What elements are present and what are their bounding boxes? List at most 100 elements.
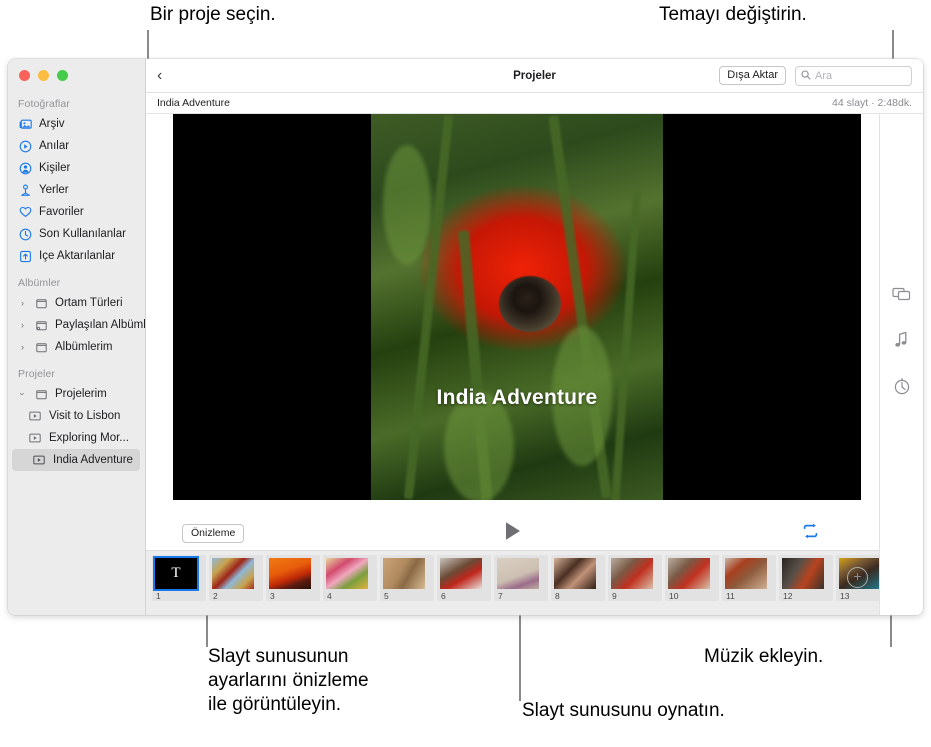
thumbnail-item[interactable]: 4 (323, 555, 377, 601)
close-button[interactable] (19, 70, 30, 81)
chevron-right-icon[interactable]: › (18, 342, 27, 352)
thumbnail-item[interactable]: 2 (209, 555, 263, 601)
thumbnail-image (383, 558, 425, 589)
thumbnail-image (668, 558, 710, 589)
thumbnail-image (782, 558, 824, 589)
thumbnail-number: 11 (725, 589, 773, 601)
sidebar: Fotoğraflar Arşiv Anılar Kişiler (8, 59, 146, 615)
thumbnail-item[interactable]: 11 (722, 555, 776, 601)
theme-button[interactable] (892, 284, 912, 304)
chevron-right-icon[interactable]: › (18, 298, 27, 308)
thumbnail-image (269, 558, 311, 589)
sidebar-item-exploring-morocco[interactable]: Exploring Mor... (8, 427, 145, 449)
slideshow-icon (28, 409, 42, 423)
loop-button[interactable] (802, 523, 819, 544)
thumbnail-item[interactable]: 8 (551, 555, 605, 601)
sidebar-item-label: Arşiv (39, 118, 65, 130)
thumbnail-item[interactable]: T 1 (152, 555, 206, 601)
thumbnail-image (212, 558, 254, 589)
thumbnail-item[interactable]: 5 (380, 555, 434, 601)
sidebar-item-label: Yerler (39, 184, 69, 196)
thumbnail-image (440, 558, 482, 589)
thumbnail-number: 13 (839, 589, 879, 601)
preview-button[interactable]: Önizleme (182, 524, 244, 543)
sidebar-item-ortam-turleri[interactable]: › Ortam Türleri (8, 292, 145, 314)
toolbar-right-group: Dışa Aktar Ara (719, 66, 912, 86)
search-input[interactable]: Ara (815, 70, 832, 82)
thumbnail-number: 4 (326, 589, 374, 601)
main-area: ‹ Projeler Dışa Aktar Ara India Adventur… (146, 59, 923, 615)
search-field[interactable]: Ara (795, 66, 912, 86)
people-icon (18, 161, 32, 175)
chevron-down-icon[interactable]: › (18, 390, 28, 399)
repeat-icon (802, 523, 819, 539)
thumbnail-image (326, 558, 368, 589)
sidebar-item-label: Favoriler (39, 206, 84, 218)
thumbnail-item[interactable]: 10 (665, 555, 719, 601)
music-note-icon (894, 331, 909, 349)
sidebar-item-label: Anılar (39, 140, 69, 152)
back-button[interactable]: ‹ (157, 67, 177, 85)
sidebar-item-label: Ortam Türleri (55, 297, 123, 309)
zoom-button[interactable] (57, 70, 68, 81)
thumbnail-image (611, 558, 653, 589)
project-meta: 44 slayt · 2:48dk. (832, 97, 912, 109)
thumbnail-number: 1 (155, 589, 203, 601)
play-button[interactable] (504, 521, 521, 546)
music-button[interactable] (892, 330, 912, 350)
filmstrip[interactable]: T 1 2 3 4 (146, 550, 879, 615)
callout-preview-settings: Slayt sunusunun ayarlarını önizleme ile … (208, 645, 369, 717)
sidebar-item-anilar[interactable]: Anılar (8, 135, 145, 157)
thumbnail-item[interactable]: 9 (608, 555, 662, 601)
window-titlebar (8, 59, 145, 92)
folder-icon (34, 387, 48, 401)
sidebar-item-label: Paylaşılan Albümler (55, 319, 145, 331)
thumbnail-number: 8 (554, 589, 602, 601)
minimize-button[interactable] (38, 70, 49, 81)
slide-canvas[interactable]: India Adventure (173, 114, 861, 500)
sidebar-item-yerler[interactable]: Yerler (8, 179, 145, 201)
photos-app-window: Fotoğraflar Arşiv Anılar Kişiler (8, 59, 923, 615)
sidebar-item-favoriler[interactable]: Favoriler (8, 201, 145, 223)
chevron-right-icon[interactable]: › (18, 320, 27, 330)
thumbnail-item[interactable]: 6 (437, 555, 491, 601)
sidebar-item-son-kullanilanlar[interactable]: Son Kullanılanlar (8, 223, 145, 245)
sidebar-item-projelerim[interactable]: › Projelerim (8, 383, 145, 405)
sidebar-section-photos-header: Fotoğraflar (8, 94, 145, 113)
sidebar-item-visit-to-lisbon[interactable]: Visit to Lisbon (8, 405, 145, 427)
sidebar-item-label: Albümlerim (55, 341, 113, 353)
sidebar-item-label: Kişiler (39, 162, 70, 174)
photo-library-icon (18, 117, 32, 131)
sidebar-item-arsiv[interactable]: Arşiv (8, 113, 145, 135)
sidebar-item-label: India Adventure (53, 454, 133, 466)
sidebar-item-india-adventure[interactable]: India Adventure (12, 449, 140, 471)
folder-icon (34, 340, 48, 354)
thumbnail-number: 10 (668, 589, 716, 601)
thumbnail-image: T (155, 558, 197, 589)
thumbnail-number: 7 (497, 589, 545, 601)
slideshow-icon (28, 431, 42, 445)
search-icon (801, 67, 811, 85)
clock-icon (18, 227, 32, 241)
sidebar-item-albumlerim[interactable]: › Albümlerim (8, 336, 145, 358)
export-button[interactable]: Dışa Aktar (719, 66, 786, 85)
import-icon (18, 249, 32, 263)
poppy-bud (499, 276, 561, 332)
sidebar-item-ice-aktarilanlar[interactable]: İçe Aktarılanlar (8, 245, 145, 267)
thumbnail-number: 5 (383, 589, 431, 601)
thumbnail-item[interactable]: 12 (779, 555, 833, 601)
thumbnail-number: 6 (440, 589, 488, 601)
thumbnail-item[interactable]: 3 (266, 555, 320, 601)
callout-add-music: Müzik ekleyin. (704, 645, 823, 669)
thumbnail-item[interactable]: 7 (494, 555, 548, 601)
folder-icon (34, 296, 48, 310)
project-name: India Adventure (157, 97, 230, 109)
sidebar-item-paylasilan-albumler[interactable]: › Paylaşılan Albümler (8, 314, 145, 336)
slideshow-icon (32, 453, 46, 467)
thumbnail-number: 3 (269, 589, 317, 601)
duration-button[interactable] (892, 376, 912, 396)
thumbnail-number: 9 (611, 589, 659, 601)
right-toolbar (879, 114, 923, 615)
sidebar-item-kisiler[interactable]: Kişiler (8, 157, 145, 179)
add-slide-button[interactable]: + (847, 567, 868, 588)
